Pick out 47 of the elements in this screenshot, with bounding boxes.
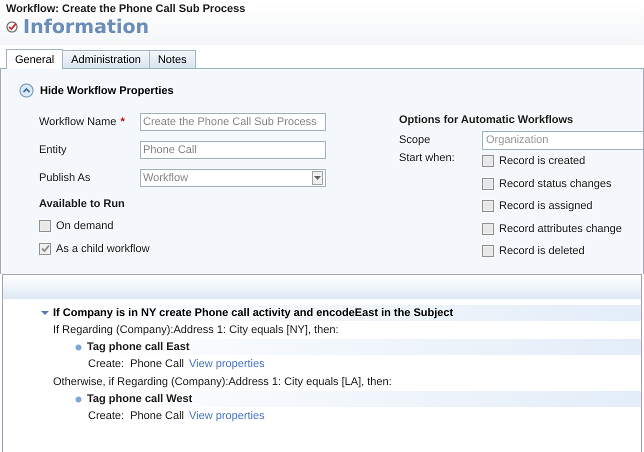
tab[interactable]: Notes [148,50,196,68]
text-field[interactable]: Phone Call [140,141,326,159]
checkbox[interactable] [482,222,494,235]
view-properties-link[interactable]: View properties [189,358,265,370]
condition-text: If Regarding (Company):Address 1: City equals [NY], then: [52,323,340,338]
check-circle-icon [6,21,18,33]
checkbox-label: As a child workflow [56,242,150,254]
expand-arrow-icon [41,309,49,317]
field-label: Entity [39,144,67,156]
field-label: Scope [399,134,432,146]
checkbox-label: Record attributes change [499,222,622,235]
section-title: Options for Automatic Workflows [399,114,574,126]
checkbox[interactable] [482,155,494,168]
step-detail: Create: Phone Call [88,358,184,370]
bullet-icon [75,344,82,350]
text-field[interactable]: Create the Phone Call Sub Process [140,113,326,131]
checkbox-label: Record is assigned [499,200,593,212]
dropdown-arrow-icon [314,176,321,180]
chevron-circle-icon [19,83,34,98]
dropdown-field[interactable]: Workflow [140,169,326,187]
checkbox[interactable] [39,220,51,232]
checkbox-label: On demand [56,220,114,232]
checkbox[interactable] [482,178,494,190]
required-mark: * [120,116,125,128]
checkbox[interactable] [39,242,51,254]
step-detail: Create: Phone Call [88,410,184,422]
step-title: Tag phone call West [87,393,192,405]
checkbox-label: Record is created [499,155,586,168]
step-group-header[interactable]: If Company is in NY create Phone call activity and encodeEast in the Subject [41,305,641,321]
field-label: Publish As [39,172,90,184]
window-title: Workflow: Create the Phone Call Sub Process [6,3,246,15]
tab[interactable]: General [6,49,64,69]
view-properties-link[interactable]: View properties [189,410,265,422]
checkbox-label: Record is deleted [499,245,585,258]
page-heading: Information [23,16,150,38]
tab[interactable]: Administration [62,50,150,68]
field-label: Workflow Name [39,116,116,128]
section-title: Available to Run [39,198,126,210]
scope-field[interactable]: Organization [482,130,643,150]
step-title: Tag phone call East [87,341,190,353]
checkbox[interactable] [482,245,494,258]
hide-properties-toggle[interactable]: Hide Workflow Properties [19,83,174,98]
checkbox-label: Record status changes [499,178,612,190]
bullet-icon [75,396,82,402]
condition-text: Otherwise, if Regarding (Company):Address 1: City equals [LA], then: [52,375,393,390]
checkbox[interactable] [482,200,494,212]
field-label: Start when: [399,151,456,166]
